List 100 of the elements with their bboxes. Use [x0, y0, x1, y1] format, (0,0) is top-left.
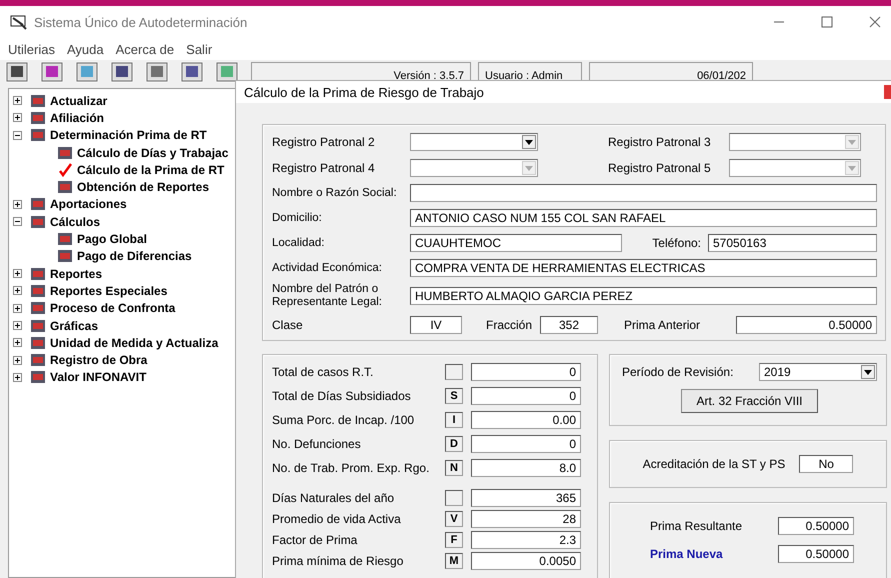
input-field[interactable]: 8.0 — [471, 459, 581, 477]
module-icon — [30, 92, 46, 109]
module-icon — [30, 318, 46, 334]
expand-icon[interactable] — [13, 321, 22, 330]
toolbar-icon[interactable] — [216, 62, 238, 82]
input-field[interactable]: IV — [410, 316, 462, 334]
menu-item[interactable]: Ayuda — [66, 42, 104, 56]
input-field[interactable]: 0.50000 — [778, 517, 854, 535]
input-field[interactable]: COMPRA VENTA DE HERRAMIENTAS ELECTRICAS — [410, 258, 877, 276]
input-field[interactable]: 0 — [471, 363, 581, 381]
input-field[interactable]: 57050163 — [708, 234, 877, 252]
variable-label: V — [445, 511, 463, 527]
field-label: Registro Patronal 2 — [272, 135, 376, 149]
field-label: Registro Patronal 5 — [608, 161, 712, 175]
tree-item[interactable]: Cálculo de Días y Trabajac — [77, 146, 228, 160]
tree-item[interactable]: Proceso de Confronta — [50, 301, 176, 316]
variable-label: M — [445, 553, 463, 569]
field-label: Clase — [272, 318, 304, 332]
tree-item[interactable]: Determinación Prima de RT — [50, 128, 207, 142]
toolbar-icon[interactable] — [41, 62, 63, 82]
maximize-icon[interactable] — [821, 16, 833, 28]
field-label: Nombre o Razón Social: — [272, 186, 398, 198]
input-field[interactable] — [410, 184, 877, 202]
collapse-icon[interactable] — [13, 217, 22, 226]
expand-icon[interactable] — [13, 113, 22, 122]
toolbar-icon[interactable] — [146, 62, 168, 82]
collapse-icon[interactable] — [13, 130, 22, 140]
expand-icon[interactable] — [13, 200, 22, 209]
toolbar-icon[interactable] — [6, 62, 28, 82]
module-icon — [30, 196, 46, 212]
tree-item[interactable]: Gráficas — [50, 318, 98, 332]
module-icon — [30, 266, 46, 282]
field-label: Suma Porc. de Incap. /100 — [272, 413, 416, 427]
tree-item[interactable]: Cálculos — [50, 214, 100, 229]
variable-label: D — [445, 436, 463, 452]
variable-box — [445, 490, 463, 506]
window-title: Sistema Único de Autodeterminación — [34, 14, 248, 30]
dialog-title: Cálculo de la Prima de Riesgo de Trabajo — [244, 84, 484, 100]
tree-item[interactable]: Aportaciones — [50, 197, 127, 212]
expand-icon[interactable] — [13, 96, 22, 106]
tree-item[interactable]: Afiliación — [50, 110, 104, 125]
dropdown-arrow-icon — [848, 166, 856, 170]
combo-box[interactable]: 2019 — [759, 363, 877, 381]
input-field[interactable]: 352 — [540, 316, 598, 334]
input-field[interactable]: No — [799, 455, 854, 473]
field-label: Factor de Prima — [272, 533, 358, 547]
expand-icon[interactable] — [13, 356, 22, 365]
tree-item[interactable]: Reportes Especiales — [50, 284, 168, 298]
expand-icon[interactable] — [13, 269, 22, 278]
variable-box — [445, 364, 463, 380]
module-icon — [30, 214, 46, 230]
expand-icon[interactable] — [13, 286, 22, 296]
input-field[interactable]: 0 — [471, 435, 581, 453]
input-field[interactable]: ANTONIO CASO NUM 155 COL SAN RAFAEL — [410, 208, 877, 226]
tree-item[interactable]: Pago de Diferencias — [77, 249, 192, 264]
expand-icon[interactable] — [13, 338, 22, 348]
field-label: Acreditación de la ST y PS — [642, 457, 786, 471]
input-field[interactable]: 0.00 — [471, 411, 581, 429]
module-icon — [30, 352, 46, 368]
tree-item[interactable]: Registro de Obra — [50, 353, 148, 368]
field-label: Registro Patronal 4 — [272, 161, 376, 175]
input-field[interactable]: 0 — [471, 387, 581, 405]
tree-item[interactable]: Actualizar — [50, 94, 108, 108]
tree-item[interactable]: Unidad de Medida y Actualiza — [50, 336, 218, 350]
input-field[interactable]: HUMBERTO ALMAQIO GARCIA PEREZ — [410, 287, 877, 305]
expand-icon[interactable] — [13, 372, 22, 382]
module-icon — [30, 334, 46, 351]
tree-item[interactable]: Cálculo de la Prima de RT — [77, 162, 224, 177]
input-field[interactable]: 2.3 — [471, 531, 581, 549]
input-field[interactable]: 365 — [471, 489, 581, 507]
menu-item[interactable]: Acerca de — [116, 42, 174, 56]
dropdown-arrow-icon — [525, 166, 533, 170]
field-label: Total de casos R.T. — [272, 365, 374, 379]
tree-item[interactable]: Obtención de Reportes — [77, 180, 210, 194]
field-label: Fracción — [486, 318, 532, 332]
variable-label: N — [445, 460, 463, 476]
toolbar-icon[interactable] — [76, 62, 98, 82]
tree-item[interactable]: Reportes — [50, 266, 102, 281]
dropdown-arrow-icon — [525, 140, 533, 144]
tree-item[interactable]: Pago Global — [77, 232, 148, 246]
input-field[interactable]: 28 — [471, 510, 581, 528]
module-icon — [30, 282, 46, 299]
input-field[interactable]: 0.50000 — [778, 545, 854, 563]
expand-icon[interactable] — [13, 304, 22, 313]
menu-item[interactable]: Salir — [186, 42, 212, 56]
toolbar-icon[interactable] — [181, 62, 203, 82]
tree-item[interactable]: Valor INFONAVIT — [50, 370, 146, 384]
variable-label: I — [445, 412, 463, 428]
input-field[interactable]: CUAUHTEMOC — [410, 234, 622, 252]
art-button[interactable]: Art. 32 Fracción VIII — [681, 389, 818, 413]
dropdown-arrow-icon — [864, 370, 872, 374]
toolbar-icon[interactable] — [111, 62, 133, 82]
variable-label: F — [445, 532, 463, 548]
field-label: Prima Anterior — [624, 318, 700, 332]
close-icon[interactable] — [869, 16, 881, 28]
field-label: Domicilio: — [272, 212, 323, 224]
menu-item[interactable]: Utilerias — [8, 42, 55, 56]
input-field[interactable]: 0.50000 — [736, 316, 877, 334]
input-field[interactable]: 0.0050 — [471, 552, 581, 570]
combo-box[interactable] — [410, 133, 538, 151]
